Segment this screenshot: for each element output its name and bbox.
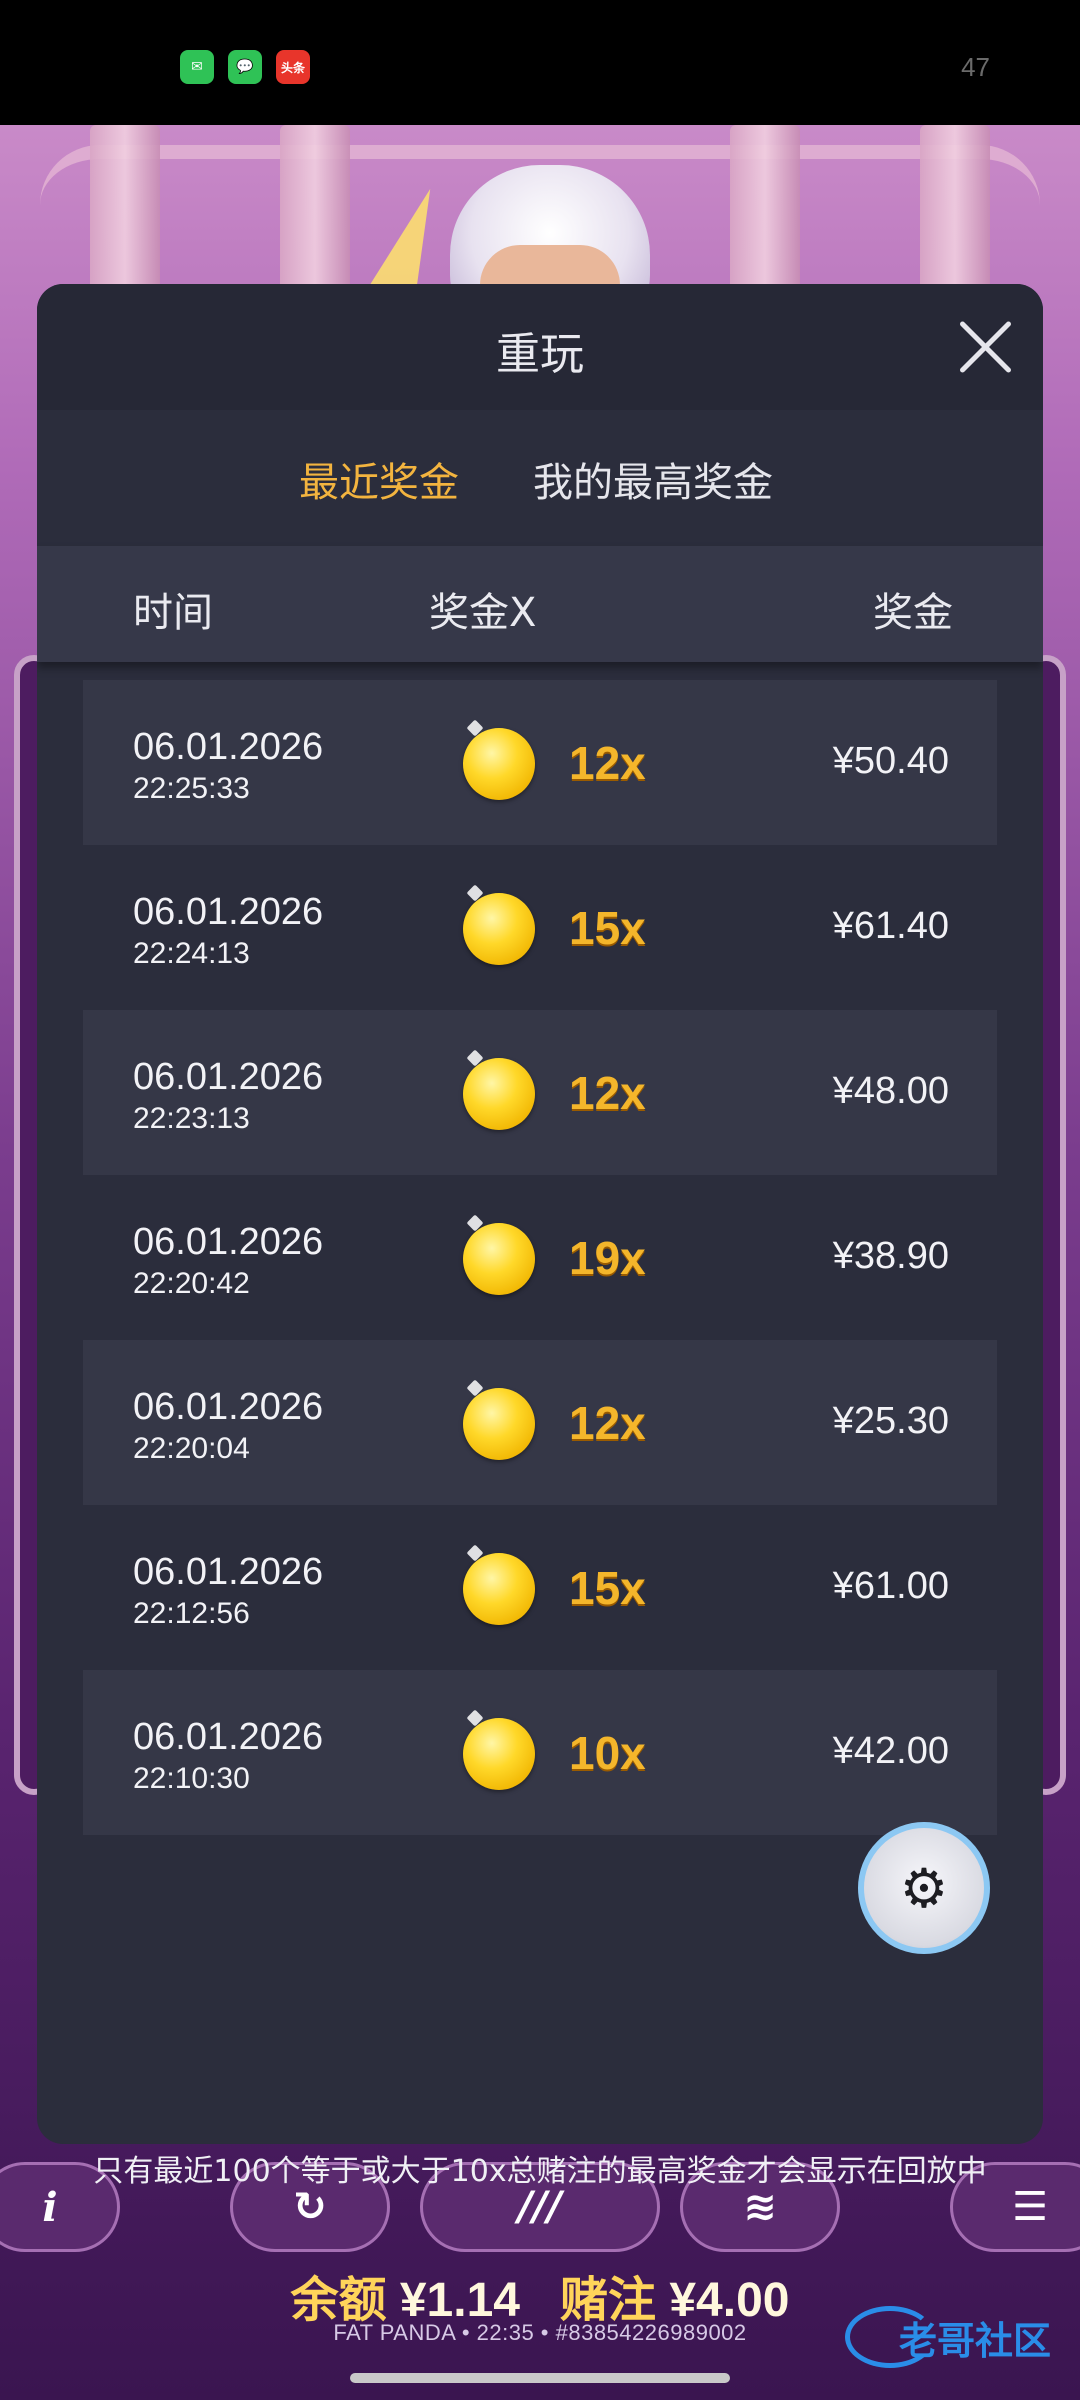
table-row[interactable]: 06.01.2026 22:20:04 12x ¥25.30 [83, 1340, 997, 1505]
row-multiplier: 12x [569, 1397, 646, 1449]
modal-title: 重玩 [496, 329, 584, 380]
table-row[interactable]: 06.01.2026 22:20:42 19x ¥38.90 [83, 1175, 997, 1340]
table-row[interactable]: 06.01.2026 22:24:13 15x ¥61.40 [83, 845, 997, 1010]
home-indicator[interactable] [350, 2373, 730, 2383]
table-row[interactable]: 06.01.2026 22:10:30 10x ¥42.00 [83, 1670, 997, 1835]
column-header-multiplier: 奖金X [429, 590, 537, 636]
row-time: 22:20:04 [133, 1432, 250, 1465]
replay-footnote: 只有最近100个等于或大于10x总赌注的最高奖金才会显示在回放中 [93, 2154, 987, 2189]
table-header: 时间 奖金X 奖金 [37, 546, 1043, 662]
row-date: 06.01.2026 [133, 1221, 324, 1263]
row-date: 06.01.2026 [133, 1386, 324, 1428]
row-time: 22:20:42 [133, 1267, 250, 1300]
row-amount: ¥48.00 [832, 1070, 949, 1112]
status-bar: ✉ 💬 头条 47 [0, 0, 1080, 125]
row-time: 22:12:56 [133, 1597, 250, 1630]
column-header-time: 时间 [133, 590, 213, 636]
coin-icon [463, 893, 535, 965]
row-amount: ¥61.00 [832, 1565, 949, 1607]
row-multiplier: 15x [569, 1562, 646, 1614]
close-icon[interactable] [957, 318, 1015, 376]
tab-bar: 最近奖金 我的最高奖金 [37, 410, 1043, 546]
row-amount: ¥50.40 [832, 740, 949, 782]
status-number: 47 [961, 52, 990, 82]
row-date: 06.01.2026 [133, 1716, 324, 1758]
row-amount: ¥25.30 [832, 1400, 949, 1442]
row-multiplier: 15x [569, 902, 646, 954]
row-time: 22:10:30 [133, 1762, 250, 1795]
row-amount: ¥42.00 [832, 1730, 949, 1772]
table-row[interactable]: 06.01.2026 22:23:13 12x ¥48.00 [83, 1010, 997, 1175]
settings-gear-icon[interactable]: ⚙ [858, 1822, 990, 1954]
watermark-logo: 老哥社区 [845, 2302, 1065, 2372]
watermark-text: 老哥社区 [898, 2318, 1051, 2363]
coin-icon [463, 728, 535, 800]
tab-recent-wins[interactable]: 最近奖金 [299, 450, 459, 508]
row-time: 22:25:33 [133, 772, 250, 805]
wechat-icon: ✉ [180, 50, 214, 84]
messages-icon: 💬 [228, 50, 262, 84]
table-row[interactable]: 06.01.2026 22:12:56 15x ¥61.00 [83, 1505, 997, 1670]
win-list: 06.01.2026 22:25:33 12x ¥50.40 06.01.202… [83, 680, 997, 1835]
row-multiplier: 12x [569, 1067, 646, 1119]
coin-icon [463, 1058, 535, 1130]
row-date: 06.01.2026 [133, 1551, 324, 1593]
row-date: 06.01.2026 [133, 1056, 324, 1098]
row-date: 06.01.2026 [133, 891, 324, 933]
table-row[interactable]: 06.01.2026 22:25:33 12x ¥50.40 [83, 680, 997, 845]
row-amount: ¥38.90 [832, 1235, 949, 1277]
modal-header: 重玩 [37, 284, 1043, 410]
row-time: 22:24:13 [133, 937, 250, 970]
column-header-win: 奖金 [873, 590, 953, 636]
row-multiplier: 12x [569, 737, 646, 789]
row-time: 22:23:13 [133, 1102, 250, 1135]
row-multiplier: 19x [569, 1232, 646, 1284]
coin-icon [463, 1388, 535, 1460]
coin-icon [463, 1223, 535, 1295]
toutiao-icon: 头条 [276, 50, 310, 84]
row-amount: ¥61.40 [832, 905, 949, 947]
row-date: 06.01.2026 [133, 726, 324, 768]
coin-icon [463, 1553, 535, 1625]
row-multiplier: 10x [569, 1727, 646, 1779]
coin-icon [463, 1718, 535, 1790]
tab-my-top-wins[interactable]: 我的最高奖金 [533, 450, 773, 508]
